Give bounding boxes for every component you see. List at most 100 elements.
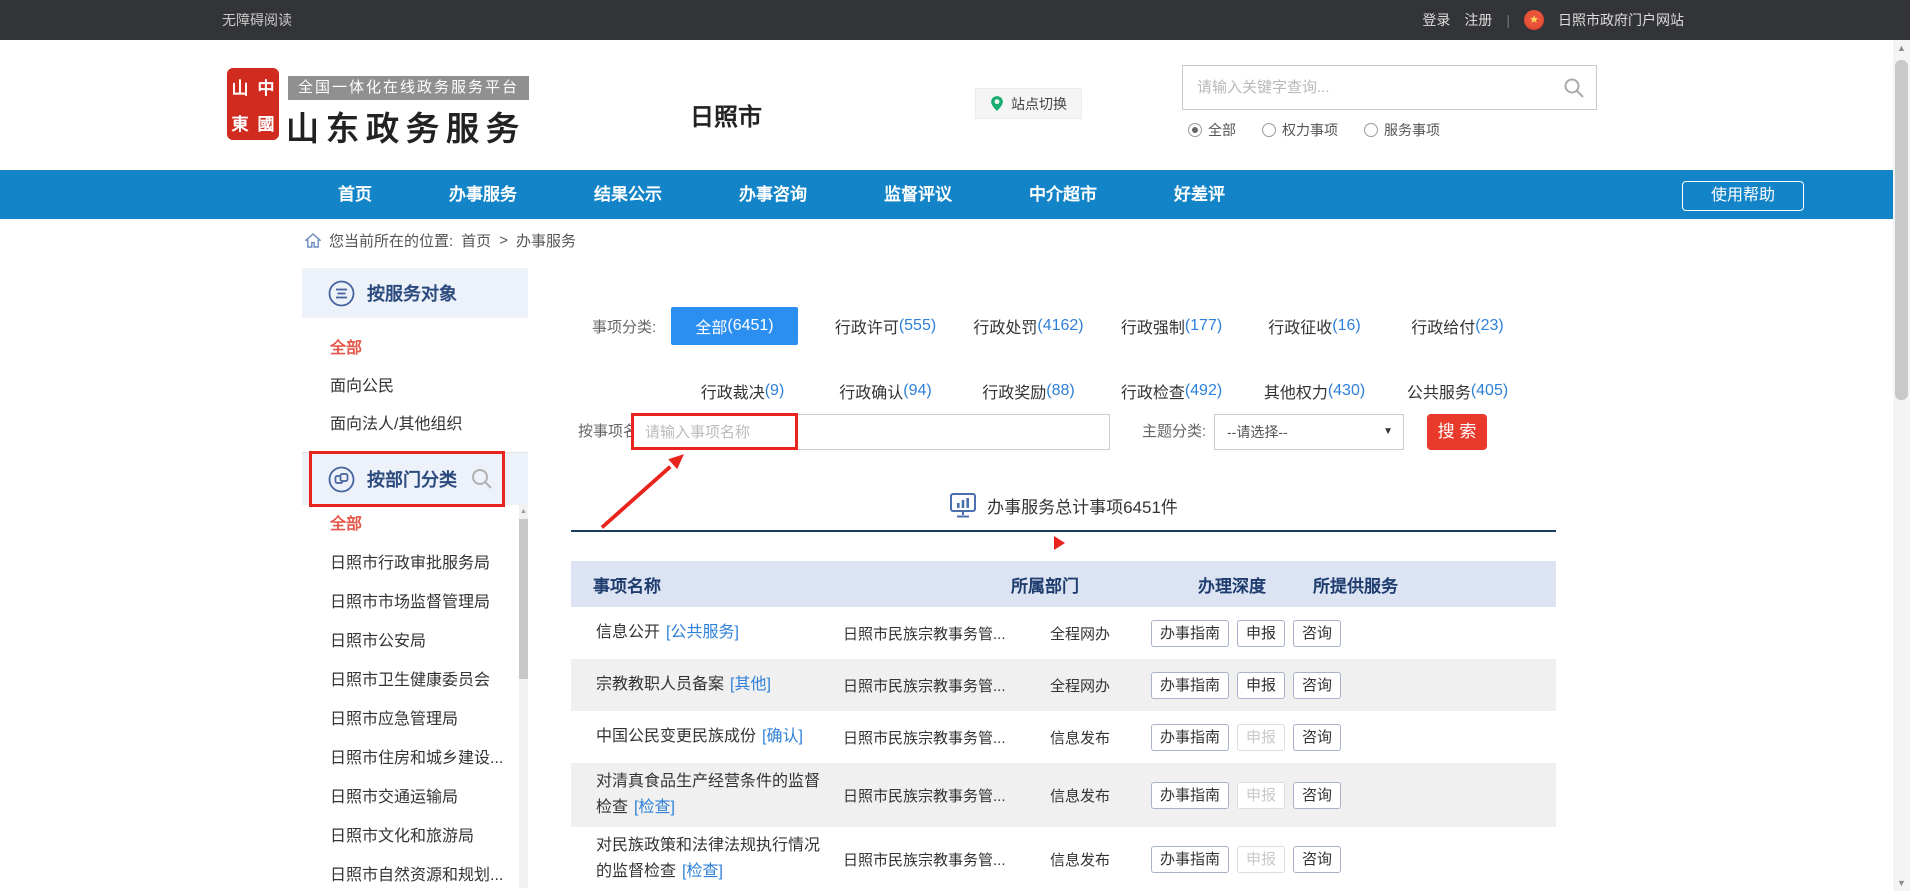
category-chip-0[interactable]: 全部(6451)	[671, 307, 798, 345]
department-scrollbar-thumb[interactable]	[519, 519, 528, 679]
item-type-tag[interactable]: [公共服务]	[666, 624, 739, 641]
item-type-tag[interactable]: [检查]	[682, 863, 723, 880]
category-chip-6[interactable]: 行政裁决(9)	[671, 372, 814, 410]
search-scope-1[interactable]: 权力事项	[1262, 120, 1338, 140]
breadcrumb-separator: >	[499, 232, 508, 249]
item-type-tag[interactable]: [确认]	[762, 728, 803, 745]
guide-button[interactable]: 办事指南	[1151, 724, 1229, 751]
table-header-cell-1: 所属部门	[981, 572, 1196, 597]
breadcrumb-home-link[interactable]: 首页	[461, 230, 491, 251]
search-scope-2[interactable]: 服务事项	[1364, 120, 1440, 140]
category-chip-8[interactable]: 行政奖励(88)	[957, 372, 1100, 410]
department-list-wrap: 全部日照市行政审批服务局日照市市场监督管理局日照市公安局日照市卫生健康委员会日照…	[302, 505, 528, 888]
nav-item-4[interactable]: 监督评议	[884, 170, 952, 219]
consult-button[interactable]: 咨询	[1293, 724, 1341, 751]
sidebar-item-department-4[interactable]: 日照市卫生健康委员会	[302, 661, 528, 700]
search-icon[interactable]	[1562, 76, 1586, 100]
service-target-list: 全部面向公民面向法人/其他组织	[302, 318, 528, 452]
category-chip-11[interactable]: 公共服务(405)	[1386, 372, 1529, 410]
seal-char: 國	[258, 110, 275, 135]
sidebar-item-department-2[interactable]: 日照市市场监督管理局	[302, 583, 528, 622]
department-search-icon[interactable]	[470, 467, 494, 491]
category-filter-label: 事项分类:	[592, 316, 656, 337]
sidebar-item-department-7[interactable]: 日照市交通运输局	[302, 778, 528, 817]
sidebar-item-department-5[interactable]: 日照市应急管理局	[302, 700, 528, 739]
sidebar-item-department-9[interactable]: 日照市自然资源和规划...	[302, 856, 528, 888]
scroll-up-arrow-icon[interactable]: ▲	[519, 507, 528, 517]
category-chip-2[interactable]: 行政处罚(4162)	[957, 307, 1100, 345]
keyword-search-input[interactable]	[1183, 66, 1596, 109]
stats-text: 办事服务总计事项6451件	[987, 493, 1178, 518]
category-chip-5[interactable]: 行政给付(23)	[1386, 307, 1529, 345]
consult-button[interactable]: 咨询	[1293, 782, 1341, 809]
item-name-input[interactable]	[632, 414, 1110, 450]
guide-button[interactable]: 办事指南	[1151, 672, 1229, 699]
department-header[interactable]: 按部门分类	[302, 453, 528, 505]
keyword-search-box	[1182, 65, 1597, 110]
department-scrollbar[interactable]: ▲	[519, 505, 528, 888]
category-chip-1[interactable]: 行政许可(555)	[814, 307, 957, 345]
search-scope-label: 服务事项	[1384, 120, 1440, 140]
guide-button[interactable]: 办事指南	[1151, 620, 1229, 647]
apply-button[interactable]: 申报	[1237, 620, 1285, 647]
category-name: 行政裁决	[701, 379, 765, 403]
red-play-marker	[1054, 536, 1065, 550]
sidebar-item-department-8[interactable]: 日照市文化和旅游局	[302, 817, 528, 856]
guide-button[interactable]: 办事指南	[1151, 846, 1229, 873]
consult-button[interactable]: 咨询	[1293, 620, 1341, 647]
item-type-tag[interactable]: [其他]	[730, 676, 771, 693]
radio-icon[interactable]	[1364, 123, 1378, 137]
scrollbar-up-icon[interactable]: ▲	[1893, 43, 1910, 53]
portal-link[interactable]: 日照市政府门户网站	[1558, 10, 1684, 30]
table-header-cell-2: 办理深度	[1196, 572, 1301, 597]
item-name: 对清真食品生产经营条件的监督检查	[596, 773, 820, 816]
consult-button[interactable]: 咨询	[1293, 846, 1341, 873]
page-scrollbar[interactable]: ▲ ▼	[1893, 40, 1910, 891]
nav-item-5[interactable]: 中介超市	[1029, 170, 1097, 219]
search-button[interactable]: 搜 索	[1427, 414, 1487, 450]
login-link[interactable]: 登录	[1422, 10, 1450, 30]
sidebar-item-service-0[interactable]: 全部	[302, 330, 528, 368]
sidebar-item-service-1[interactable]: 面向公民	[302, 368, 528, 406]
service-target-header[interactable]: 按服务对象	[302, 268, 528, 318]
scrollbar-down-icon[interactable]: ▼	[1893, 878, 1910, 888]
radio-icon[interactable]	[1262, 123, 1276, 137]
category-chip-7[interactable]: 行政确认(94)	[814, 372, 957, 410]
sidebar-item-department-6[interactable]: 日照市住房和城乡建设...	[302, 739, 528, 778]
sidebar-item-department-0[interactable]: 全部	[302, 505, 528, 544]
nav-item-0[interactable]: 首页	[338, 170, 372, 219]
category-chip-3[interactable]: 行政强制(177)	[1100, 307, 1243, 345]
category-chip-4[interactable]: 行政征收(16)	[1243, 307, 1386, 345]
register-link[interactable]: 注册	[1464, 10, 1492, 30]
help-button[interactable]: 使用帮助	[1682, 181, 1804, 211]
apply-button[interactable]: 申报	[1237, 672, 1285, 699]
site-switch-button[interactable]: 站点切换	[975, 88, 1082, 119]
item-type-tag[interactable]: [检查]	[634, 799, 675, 816]
page: 无障碍阅读 登录 注册 | ★ 日照市政府门户网站 山 中 東 國 全国一体化在…	[0, 0, 1910, 891]
radio-icon[interactable]	[1188, 123, 1202, 137]
nav-item-2[interactable]: 结果公示	[594, 170, 662, 219]
category-chip-9[interactable]: 行政检查(492)	[1100, 372, 1243, 410]
chevron-down-icon: ▼	[1383, 415, 1393, 449]
page-scrollbar-thumb[interactable]	[1895, 60, 1908, 400]
category-name: 行政许可	[835, 314, 899, 338]
sidebar-item-service-2[interactable]: 面向法人/其他组织	[302, 406, 528, 444]
table-row-3: 对清真食品生产经营条件的监督检查[检查]日照市民族宗教事务管...信息发布办事指…	[571, 763, 1556, 827]
sidebar-item-department-1[interactable]: 日照市行政审批服务局	[302, 544, 528, 583]
search-scope-0[interactable]: 全部	[1188, 120, 1236, 140]
consult-button[interactable]: 咨询	[1293, 672, 1341, 699]
sidebar-item-department-3[interactable]: 日照市公安局	[302, 622, 528, 661]
category-count: (23)	[1475, 317, 1503, 335]
breadcrumb-prefix: 您当前所在的位置:	[329, 230, 453, 251]
nav-item-6[interactable]: 好差评	[1174, 170, 1225, 219]
nav-item-1[interactable]: 办事服务	[449, 170, 517, 219]
category-chip-10[interactable]: 其他权力(430)	[1243, 372, 1386, 410]
accessibility-link[interactable]: 无障碍阅读	[222, 0, 292, 40]
table-row-0: 信息公开[公共服务]日照市民族宗教事务管...全程网办办事指南申报咨询	[571, 607, 1556, 659]
nav-item-3[interactable]: 办事咨询	[739, 170, 807, 219]
item-services-cell: 办事指南申报咨询	[1151, 782, 1406, 809]
item-name: 宗教教职人员备案	[596, 676, 724, 693]
apply-button: 申报	[1237, 724, 1285, 751]
topic-select[interactable]: --请选择-- ▼	[1214, 414, 1404, 450]
guide-button[interactable]: 办事指南	[1151, 782, 1229, 809]
